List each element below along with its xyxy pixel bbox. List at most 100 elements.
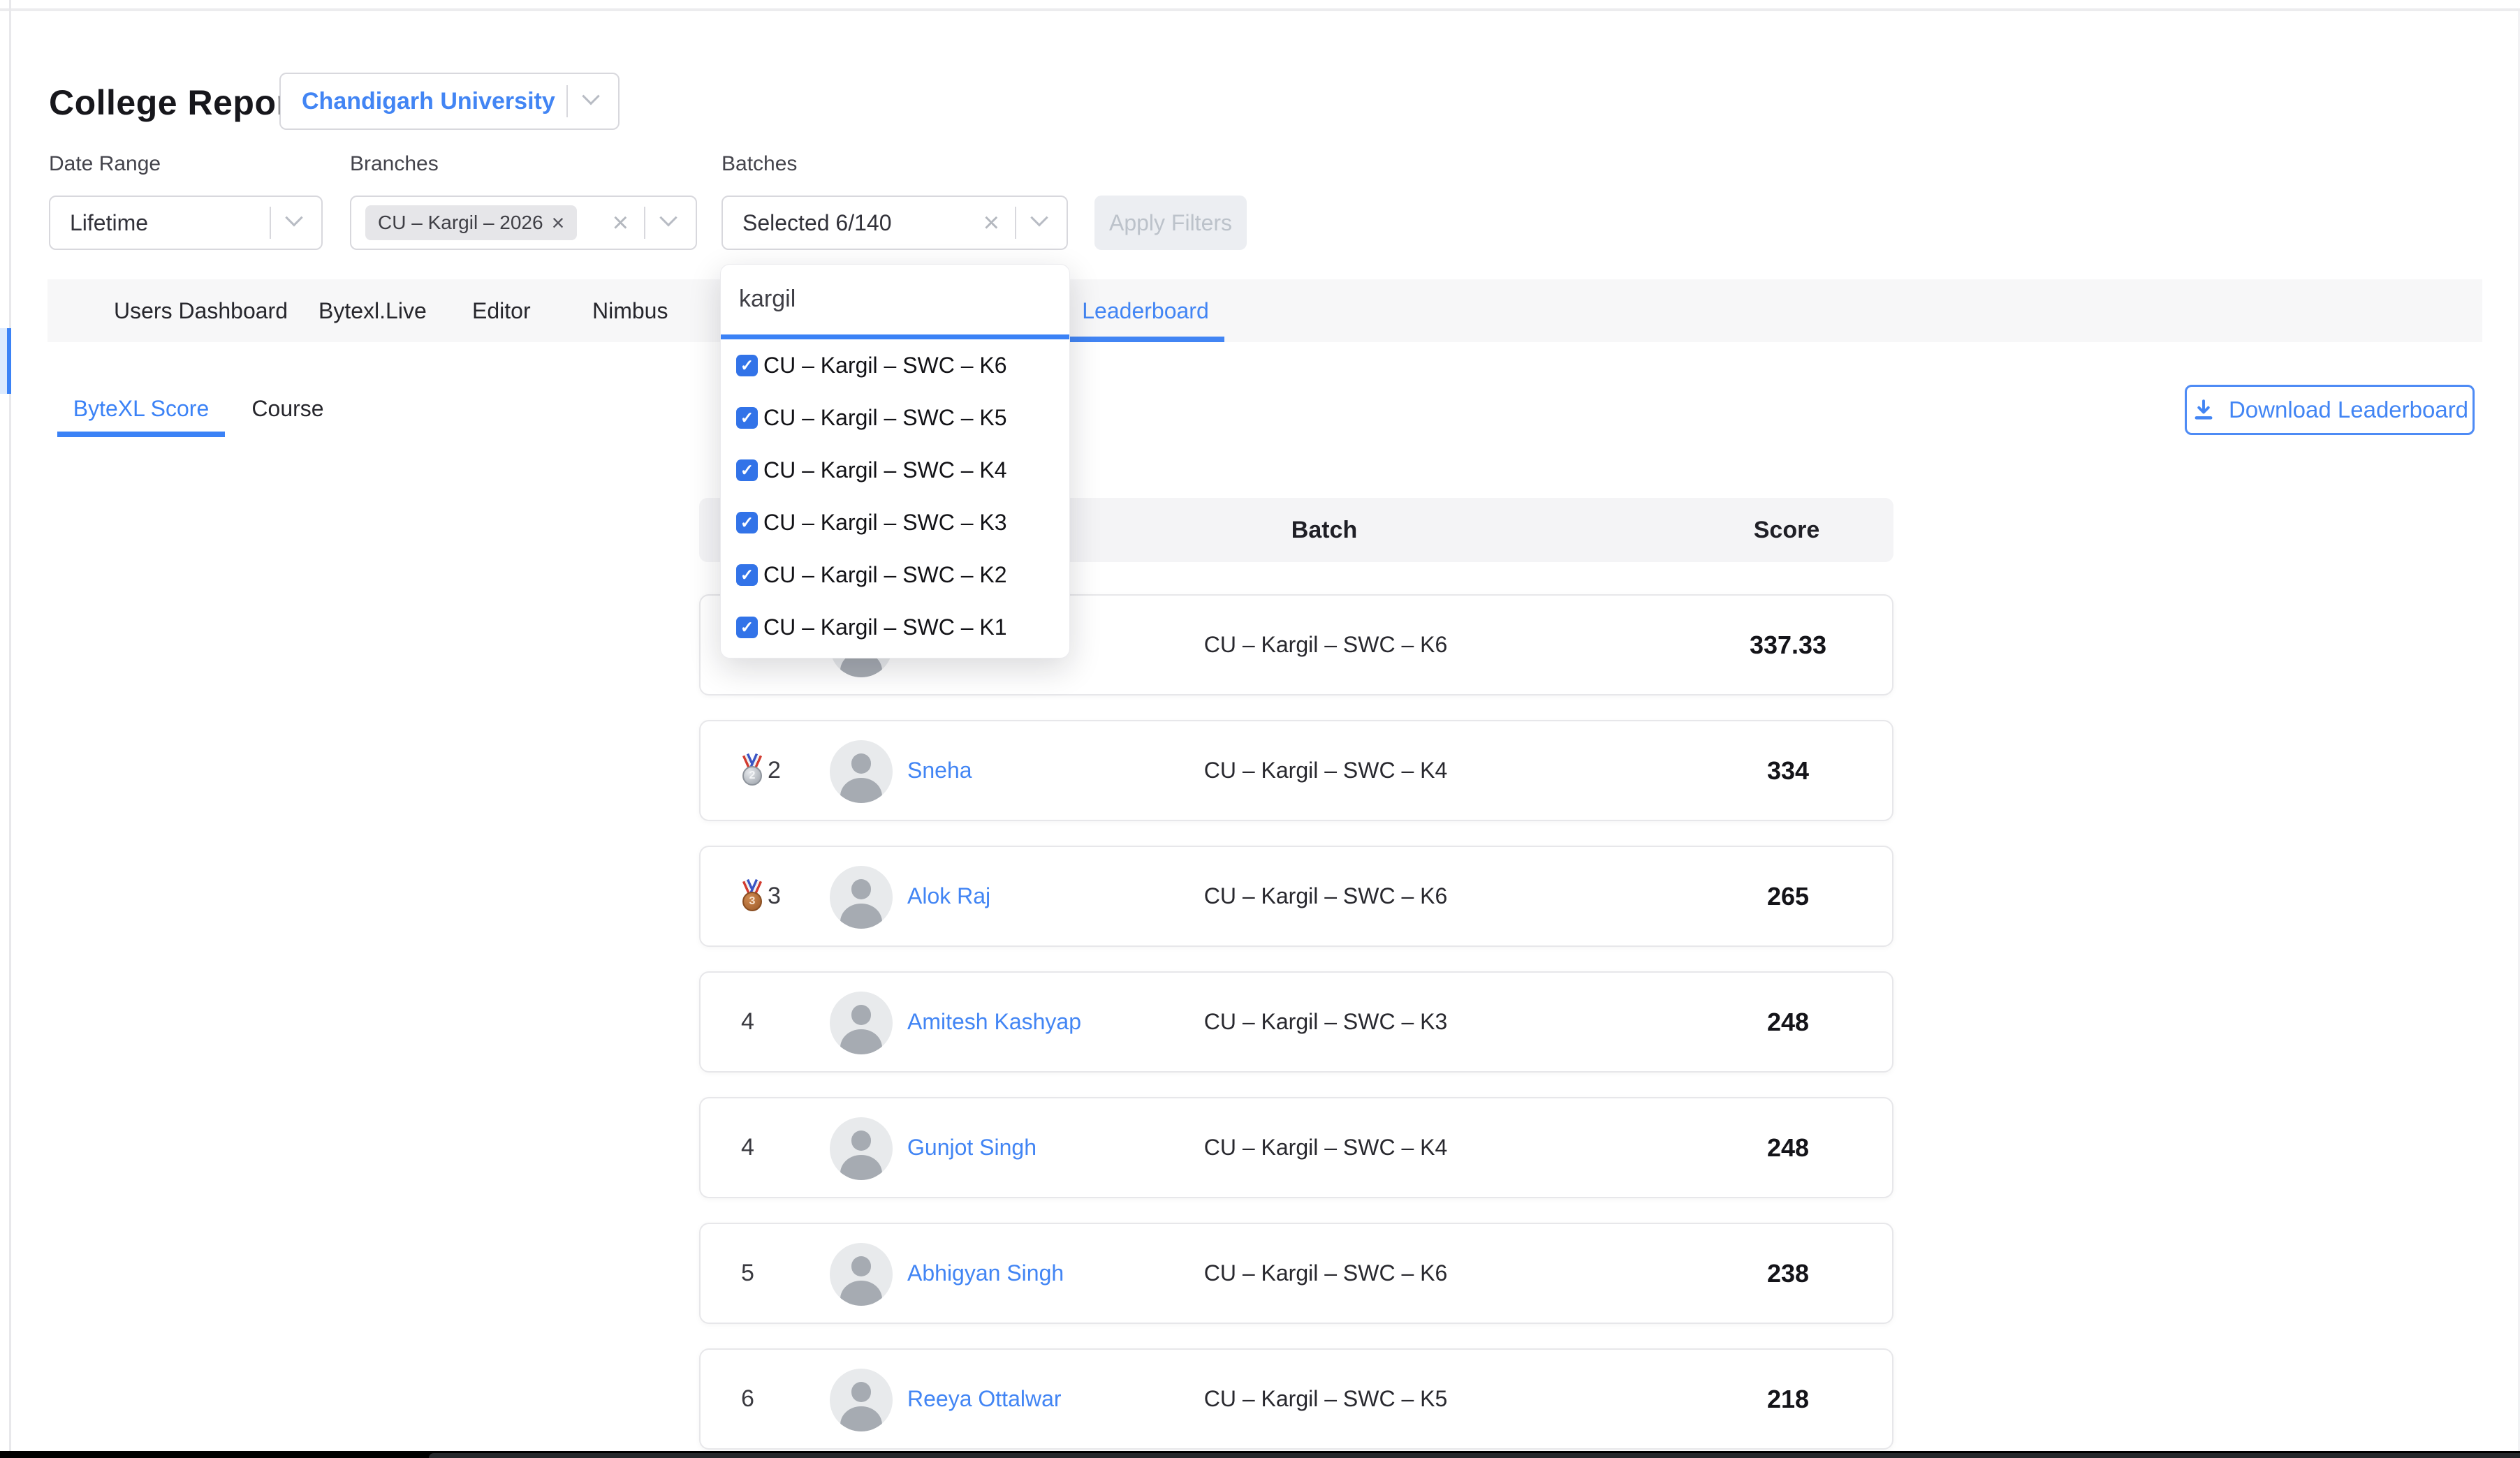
chip-remove-icon[interactable]: ×	[552, 212, 565, 234]
top-border-line	[0, 8, 2520, 11]
active-tab-underline	[1067, 337, 1224, 342]
college-report-page: College Report | Chandigarh University D…	[0, 0, 2520, 1458]
score-cell: 265	[1767, 847, 1809, 945]
table-row: 6 Reeya Ottalwar CU – Kargil – SWC – K5 …	[699, 1348, 1893, 1450]
student-name-link[interactable]: Abhigyan Singh	[907, 1224, 1064, 1323]
bronze-medal-icon: 3	[741, 880, 763, 913]
table-row: 2 2 Sneha CU – Kargil – SWC – K4 334	[699, 720, 1893, 821]
column-header-batch: Batch	[1291, 498, 1357, 562]
chevron-down-icon[interactable]	[285, 209, 302, 226]
chevron-down-icon[interactable]	[582, 87, 599, 105]
download-icon	[2191, 397, 2216, 422]
batch-option[interactable]: CU – Kargil – SWC – K6	[721, 339, 1069, 392]
batch-cell: CU – Kargil – SWC – K4	[1204, 1098, 1448, 1197]
subtab-bytexl-score[interactable]: ByteXL Score	[57, 385, 225, 432]
table-row: 4 Amitesh Kashyap CU – Kargil – SWC – K3…	[699, 971, 1893, 1073]
student-name-link[interactable]: Alok Raj	[907, 847, 990, 945]
batch-option[interactable]: CU – Kargil – SWC – K2	[721, 549, 1069, 601]
batches-dropdown-panel: kargil CU – Kargil – SWC – K6 CU – Kargi…	[720, 264, 1070, 658]
batch-options-list: CU – Kargil – SWC – K6 CU – Kargil – SWC…	[721, 339, 1069, 654]
checkbox-checked-icon[interactable]	[736, 459, 758, 481]
branch-chip-label: CU – Kargil – 2026	[378, 212, 543, 234]
branches-label: Branches	[350, 152, 439, 176]
batches-label: Batches	[721, 152, 797, 176]
rank-cell: 5	[741, 1224, 818, 1323]
checkbox-checked-icon[interactable]	[736, 512, 758, 533]
batches-select-value: Selected 6/140	[723, 210, 983, 236]
student-name-link[interactable]: Amitesh Kashyap	[907, 973, 1081, 1071]
rank-value: 3	[768, 883, 781, 910]
batch-cell: CU – Kargil – SWC – K3	[1204, 973, 1448, 1071]
batch-cell: CU – Kargil – SWC – K6	[1204, 1224, 1448, 1323]
clear-batches-icon[interactable]: ×	[983, 209, 999, 237]
checkbox-checked-icon[interactable]	[736, 564, 758, 586]
avatar	[830, 992, 893, 1054]
select-divider	[270, 207, 271, 239]
tab-editor[interactable]: Editor	[472, 279, 531, 342]
checkbox-checked-icon[interactable]	[736, 617, 758, 638]
search-input-underline	[721, 334, 1069, 339]
rank-cell: 2 2	[741, 721, 818, 820]
batch-option[interactable]: CU – Kargil – SWC – K3	[721, 496, 1069, 549]
table-row: 5 Abhigyan Singh CU – Kargil – SWC – K6 …	[699, 1223, 1893, 1324]
score-cell: 248	[1767, 1098, 1809, 1197]
rank-value: 6	[741, 1385, 754, 1413]
sidebar-active-indicator	[0, 328, 7, 394]
table-row: 4 Gunjot Singh CU – Kargil – SWC – K4 24…	[699, 1097, 1893, 1198]
select-divider	[1015, 207, 1016, 239]
tab-bytexl-live[interactable]: Bytexl.Live	[318, 279, 427, 342]
score-cell: 334	[1767, 721, 1809, 820]
batch-cell: CU – Kargil – SWC – K6	[1204, 596, 1448, 694]
rank-cell: 6	[741, 1350, 818, 1448]
avatar	[830, 1243, 893, 1306]
tab-users-dashboard[interactable]: Users Dashboard	[114, 279, 288, 342]
chevron-down-icon[interactable]	[1030, 209, 1048, 226]
batch-option[interactable]: CU – Kargil – SWC – K5	[721, 392, 1069, 444]
batch-option[interactable]: CU – Kargil – SWC – K1	[721, 601, 1069, 654]
rank-value: 5	[741, 1260, 754, 1287]
batch-option[interactable]: CU – Kargil – SWC – K4	[721, 444, 1069, 496]
avatar	[830, 1369, 893, 1431]
checkbox-checked-icon[interactable]	[736, 355, 758, 376]
branches-select[interactable]: CU – Kargil – 2026 × ×	[350, 196, 697, 250]
select-divider	[566, 85, 568, 117]
download-leaderboard-button[interactable]: Download Leaderboard	[2185, 385, 2475, 435]
select-divider	[644, 207, 645, 239]
branch-chip[interactable]: CU – Kargil – 2026 ×	[365, 205, 577, 240]
university-select[interactable]: Chandigarh University	[279, 73, 620, 130]
clear-branches-icon[interactable]: ×	[613, 209, 629, 237]
university-select-value: Chandigarh University	[281, 88, 566, 115]
column-header-score: Score	[1754, 498, 1820, 562]
batch-cell: CU – Kargil – SWC – K5	[1204, 1350, 1448, 1448]
batch-cell: CU – Kargil – SWC – K6	[1204, 847, 1448, 945]
checkbox-checked-icon[interactable]	[736, 407, 758, 429]
score-cell: 248	[1767, 973, 1809, 1071]
batch-cell: CU – Kargil – SWC – K4	[1204, 721, 1448, 820]
batch-search-input[interactable]: kargil	[721, 265, 1069, 334]
score-cell: 218	[1767, 1350, 1809, 1448]
active-subtab-underline	[57, 432, 225, 437]
date-range-label: Date Range	[49, 152, 161, 176]
rank-value: 4	[741, 1008, 754, 1036]
date-range-value: Lifetime	[50, 210, 270, 236]
tab-leaderboard[interactable]: Leaderboard	[1067, 279, 1224, 342]
avatar	[830, 866, 893, 929]
student-name-link[interactable]: Sneha	[907, 721, 972, 820]
sidebar-active-indicator-bar	[7, 328, 11, 394]
avatar	[830, 740, 893, 803]
chevron-down-icon[interactable]	[659, 209, 677, 226]
rank-cell: 3 3	[741, 847, 818, 945]
avatar	[830, 1117, 893, 1180]
student-name-link[interactable]: Gunjot Singh	[907, 1098, 1036, 1197]
rank-cell: 4	[741, 973, 818, 1071]
subtab-course[interactable]: Course	[246, 385, 330, 432]
student-name-link[interactable]: Reeya Ottalwar	[907, 1350, 1062, 1448]
apply-filters-button[interactable]: Apply Filters	[1094, 196, 1247, 250]
rank-value: 4	[741, 1134, 754, 1161]
main-tab-bar: Users Dashboard Bytexl.Live Editor Nimbu…	[47, 279, 2482, 342]
tab-nimbus[interactable]: Nimbus	[592, 279, 668, 342]
date-range-select[interactable]: Lifetime	[49, 196, 323, 250]
batches-select[interactable]: Selected 6/140 ×	[721, 196, 1068, 250]
score-cell: 238	[1767, 1224, 1809, 1323]
leaderboard-rows: CU – Kargil – SWC – K6 337.33 2 2 Sneha …	[699, 594, 1893, 1458]
